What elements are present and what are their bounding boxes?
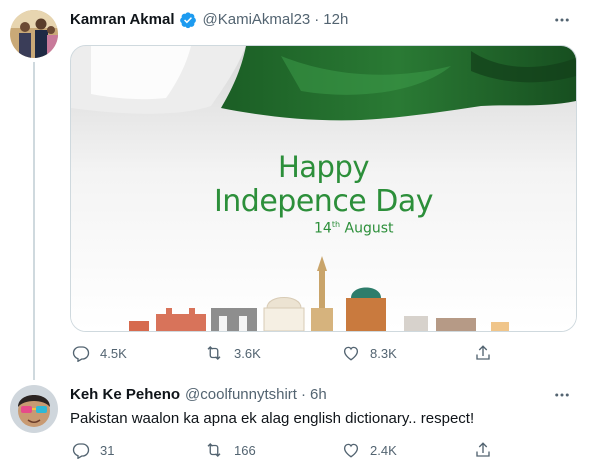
retweet-count: 166: [234, 442, 256, 458]
media-date-suffix: th: [331, 220, 341, 229]
like-icon: [343, 346, 359, 361]
tweet-actions: 4.5K 3.6K 8.3K: [70, 343, 550, 363]
like-button[interactable]: 8.3K: [342, 343, 397, 363]
media-heading-line-2: Indepence Day: [213, 184, 434, 219]
like-count: 8.3K: [370, 345, 397, 361]
author-name[interactable]: Kamran Akmal: [70, 10, 175, 30]
retweet-button[interactable]: 166: [204, 440, 256, 460]
timestamp[interactable]: 12h: [323, 10, 348, 30]
media-date: 14th August: [314, 220, 394, 237]
reply-count: 4.5K: [100, 345, 127, 361]
tweet-header: Kamran Akmal @KamiAkmal23 · 12h: [70, 10, 348, 30]
retweet-button[interactable]: 3.6K: [204, 343, 261, 363]
media-date-month: August: [344, 220, 394, 237]
reply-button[interactable]: 4.5K: [72, 343, 127, 363]
separator-dot: ·: [314, 11, 320, 28]
more-icon[interactable]: [552, 10, 572, 30]
like-button[interactable]: 2.4K: [342, 440, 397, 460]
like-icon: [343, 443, 359, 458]
author-handle[interactable]: @KamiAkmal23: [203, 10, 311, 30]
tweet-media-image[interactable]: Happy Indepence Day 14th August: [70, 45, 577, 332]
retweet-icon: [207, 443, 221, 457]
tweet-header: Keh Ke Peheno @coolfunnytshirt · 6h: [70, 385, 327, 405]
share-icon: [476, 345, 490, 360]
tweet-1[interactable]: Kamran Akmal @KamiAkmal23 · 12h Happy In…: [0, 0, 590, 380]
author-name[interactable]: Keh Ke Peheno: [70, 385, 180, 405]
media-heading-line-1: Happy: [277, 150, 370, 184]
reply-icon: [72, 443, 90, 459]
tweet-actions: 31 166 2.4K: [70, 440, 550, 460]
timestamp[interactable]: 6h: [310, 385, 327, 405]
avatar[interactable]: [10, 10, 58, 58]
more-icon[interactable]: [552, 385, 572, 405]
reply-icon: [72, 346, 90, 362]
thread-line: [33, 62, 35, 380]
reply-count: 31: [100, 442, 115, 458]
like-count: 2.4K: [370, 442, 397, 458]
reply-button[interactable]: 31: [72, 440, 114, 460]
author-handle[interactable]: @coolfunnytshirt: [185, 385, 297, 405]
share-icon: [476, 442, 490, 457]
verified-icon: [179, 11, 197, 29]
share-button[interactable]: [474, 440, 502, 460]
tweet-2[interactable]: Keh Ke Peheno @coolfunnytshirt · 6h Paki…: [0, 372, 590, 471]
tweet-text: Pakistan waalon ka apna ek alag english …: [70, 410, 475, 427]
separator-dot: ·: [300, 386, 306, 403]
media-date-day: 14: [314, 220, 332, 237]
share-button[interactable]: [474, 343, 502, 363]
retweet-icon: [207, 346, 221, 360]
retweet-count: 3.6K: [234, 345, 261, 361]
avatar[interactable]: [10, 385, 58, 433]
